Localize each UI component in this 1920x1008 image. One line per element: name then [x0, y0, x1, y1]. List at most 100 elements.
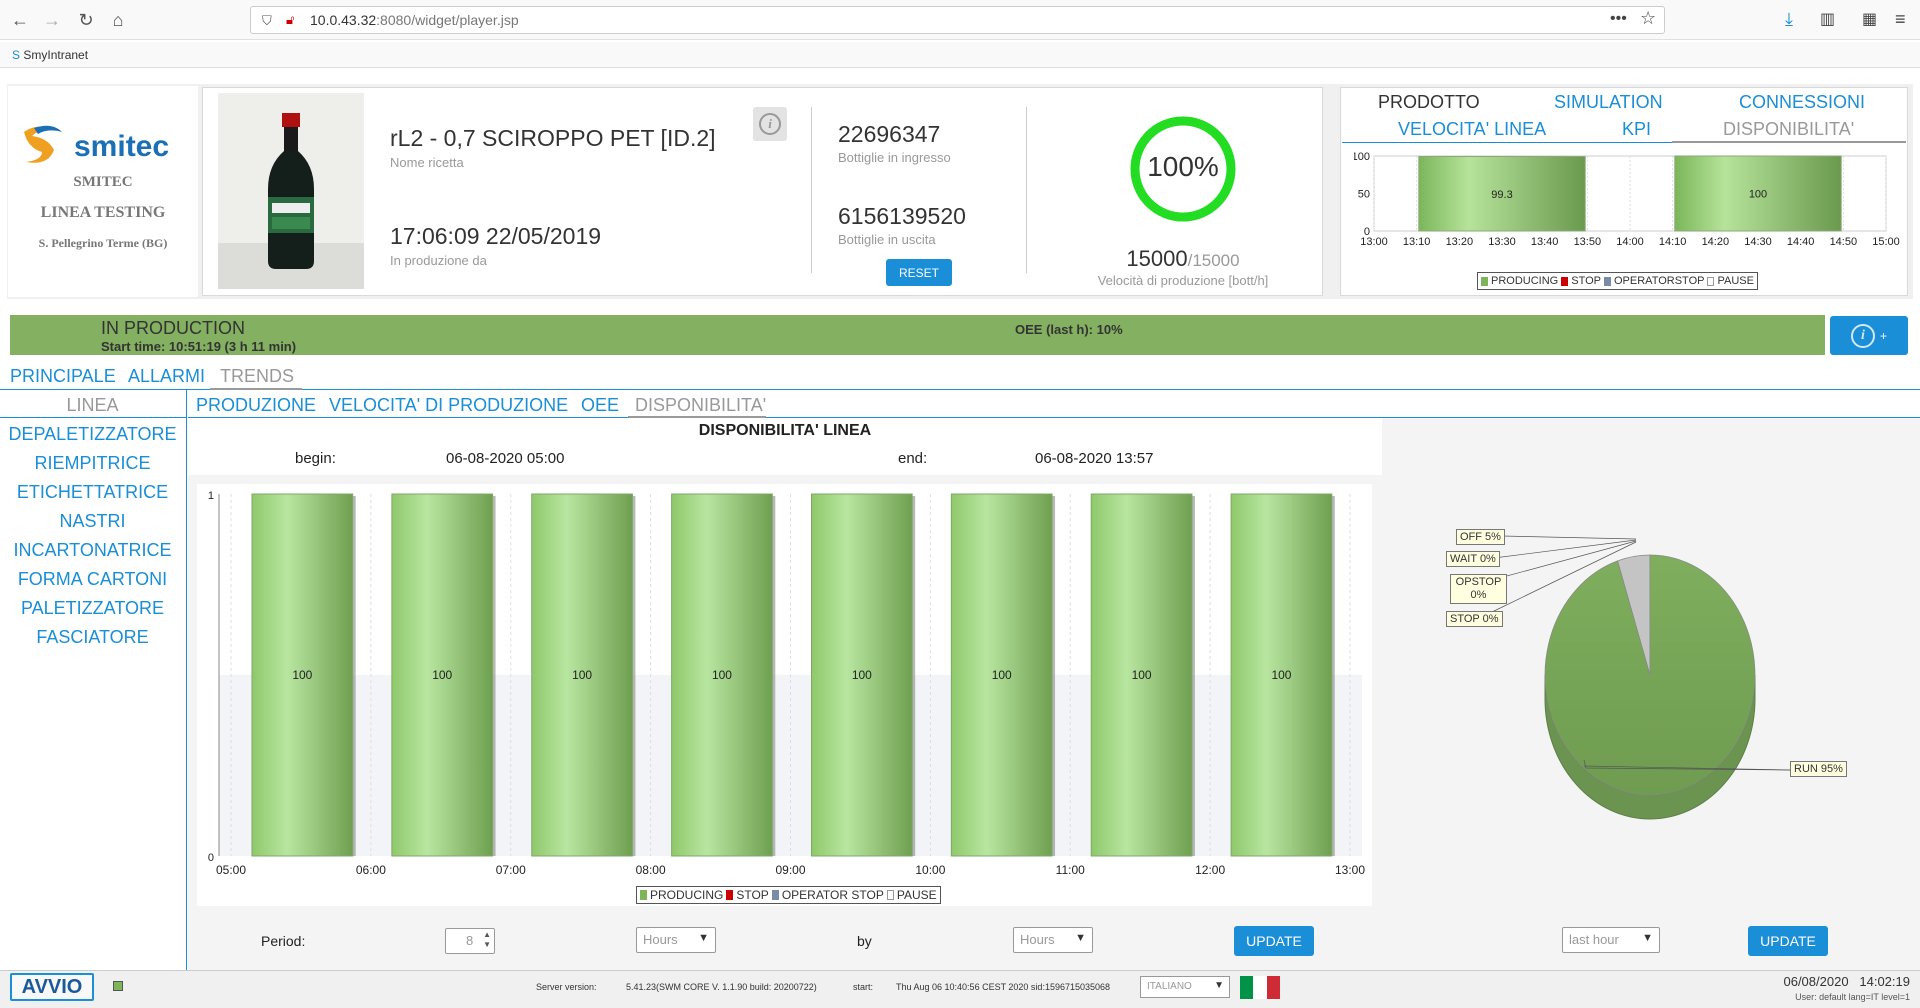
side-item-fasciatore[interactable]: FASCIATORE: [0, 627, 185, 648]
tab-trends[interactable]: TRENDS: [220, 366, 294, 387]
tab-produzione[interactable]: PRODUZIONE: [196, 395, 316, 416]
by-unit-select[interactable]: Hours ▼: [1013, 927, 1093, 953]
tab-allarmi[interactable]: ALLARMI: [128, 366, 205, 387]
insecure-lock-icon: 🔓︎: [286, 12, 295, 27]
legend-producing: PRODUCING: [650, 888, 724, 902]
tab-oee[interactable]: OEE: [581, 395, 619, 416]
smitec-logo: smitec: [18, 122, 188, 171]
avvio-button[interactable]: AVVIO: [10, 973, 94, 1001]
mini-x-tick: 14:10: [1659, 236, 1687, 248]
bookmark-smyintranet[interactable]: Ѕ SmyIntranet: [12, 48, 88, 62]
period-label: Period:: [261, 933, 306, 949]
bar-chart: 05:00 06:00 07:00 08:00 09:00 10:00 11:00 12:00…: [197, 484, 1372, 906]
footer-datetime: 06/08/2020 14:02:19: [1783, 974, 1910, 989]
divider: [811, 107, 812, 273]
mini-x-tick: 13:40: [1531, 236, 1559, 248]
legend-swatch: [1707, 276, 1715, 286]
stepper-arrows-icon[interactable]: ▲ ▼: [483, 930, 491, 950]
forward-icon[interactable]: →: [40, 8, 64, 32]
side-item-incartonatrice[interactable]: INCARTONATRICE: [0, 540, 185, 561]
period-value: 8: [466, 933, 474, 948]
mini-y-tick: 100: [1354, 151, 1370, 163]
legend-stop: STOP: [1571, 275, 1601, 287]
bar-value-label: 100: [572, 668, 592, 682]
sidebar-icon[interactable]: ▥: [1820, 9, 1835, 29]
back-icon[interactable]: ←: [8, 8, 32, 32]
pie-label-stop: STOP 0%: [1446, 611, 1503, 627]
footer-user: User: default lang=IT level=1: [1795, 992, 1910, 1002]
menu-icon[interactable]: ≡: [1895, 9, 1906, 30]
info-icon: i: [1850, 323, 1875, 348]
chevron-down-icon: ▼: [1642, 932, 1653, 944]
legend-swatch: [726, 890, 734, 900]
tab-connessioni[interactable]: CONNESSIONI: [1739, 92, 1865, 113]
tab-simulation[interactable]: SIMULATION: [1554, 92, 1663, 113]
side-menu: [0, 390, 187, 970]
tab-velocita-linea[interactable]: VELOCITA' LINEA: [1398, 119, 1546, 140]
download-icon[interactable]: ⤓: [1785, 9, 1793, 30]
bookmarks-bar: [0, 42, 1920, 68]
mini-x-tick: 14:40: [1787, 236, 1815, 248]
tab-line: [302, 389, 1920, 390]
side-item-riempitrice[interactable]: RIEMPITRICE: [0, 453, 185, 474]
side-header-linea[interactable]: LINEA: [0, 395, 185, 416]
url-text[interactable]: 10.0.43.32:8080/widget/player.jsp: [310, 12, 519, 28]
speed-value: 15000/15000: [1090, 246, 1276, 272]
speed-max: /15000: [1187, 251, 1240, 270]
mini-x-tick: 14:50: [1830, 236, 1858, 248]
by-label: by: [857, 933, 872, 949]
tab-disponibilita-sub[interactable]: DISPONIBILITA': [635, 395, 766, 416]
tab-prodotto[interactable]: PRODOTTO: [1378, 92, 1480, 113]
server-value: 5.41.23(SWM CORE V. 1.1.90 build: 202007…: [626, 982, 817, 992]
pie-slice: [1544, 554, 1756, 796]
info-icon[interactable]: i: [753, 107, 787, 141]
mini-bar-label: 100: [1749, 189, 1767, 201]
italy-flag-icon[interactable]: [1240, 976, 1280, 999]
tab-kpi[interactable]: KPI: [1622, 119, 1651, 140]
tab-principale[interactable]: PRINCIPALE: [10, 366, 116, 387]
chart-title: DISPONIBILITA' LINEA: [698, 422, 872, 439]
language-select[interactable]: ITALIANO ▼: [1140, 976, 1230, 998]
production-datetime-label: In produzione da: [390, 253, 487, 268]
mini-bar-group: 100: [1674, 155, 1842, 232]
last-hour-select[interactable]: last hour ▼: [1562, 927, 1660, 953]
company-name: SMITEC: [73, 174, 133, 190]
bottles-out-label: Bottiglie in uscita: [838, 232, 936, 247]
update-pie-button[interactable]: UPDATE: [1748, 926, 1828, 956]
side-item-paletizzatore[interactable]: PALETIZZATORE: [0, 598, 185, 619]
x-tick: 11:00: [1056, 863, 1085, 877]
side-item-etichettatrice[interactable]: ETICHETTATRICE: [0, 482, 185, 503]
home-icon[interactable]: ⌂: [106, 8, 130, 32]
bar-value-label: 100: [992, 668, 1012, 682]
mini-x-tick: 15:00: [1872, 236, 1900, 248]
side-item-depaletizzatore[interactable]: DEPALETIZZATORE: [0, 424, 185, 445]
mini-x-tick: 14:20: [1702, 236, 1730, 248]
mini-legend: PRODUCING STOP OPERATORSTOP PAUSE: [1477, 272, 1758, 290]
reload-icon[interactable]: ↻: [74, 8, 98, 32]
mini-bar-label: 99.3: [1491, 189, 1512, 201]
extensions-icon[interactable]: ▦: [1862, 9, 1877, 29]
side-item-forma-cartoni[interactable]: FORMA CARTONI: [0, 569, 185, 590]
production-datetime: 17:06:09 22/05/2019: [390, 223, 602, 249]
update-button[interactable]: UPDATE: [1234, 926, 1314, 956]
bottles-out-value: 6156139520: [838, 203, 966, 229]
language-value: ITALIANO: [1147, 981, 1192, 992]
legend-swatch: [640, 890, 647, 900]
period-stepper[interactable]: 8 ▲ ▼: [445, 928, 495, 954]
info-plus-button[interactable]: i +: [1830, 316, 1908, 355]
legend-swatch: [1481, 276, 1488, 286]
subtab-line-active: [628, 416, 766, 418]
reset-button[interactable]: RESET: [886, 259, 952, 286]
legend-swatch: [1561, 276, 1569, 286]
bar-value-label: 100: [712, 668, 732, 682]
star-icon[interactable]: ☆: [1640, 8, 1656, 29]
tab-velocita-produzione[interactable]: VELOCITA' DI PRODUZIONE: [329, 395, 568, 416]
mini-bar-group: 99.3: [1418, 156, 1586, 232]
tab-disponibilita[interactable]: DISPONIBILITA': [1723, 119, 1854, 140]
more-icon[interactable]: •••: [1610, 10, 1627, 28]
legend-operatorstop: OPERATORSTOP: [1614, 275, 1705, 287]
period-unit-select[interactable]: Hours ▼: [636, 927, 716, 953]
status-led: [113, 981, 123, 991]
divider: [1026, 107, 1027, 273]
side-item-nastri[interactable]: NASTRI: [0, 511, 185, 532]
